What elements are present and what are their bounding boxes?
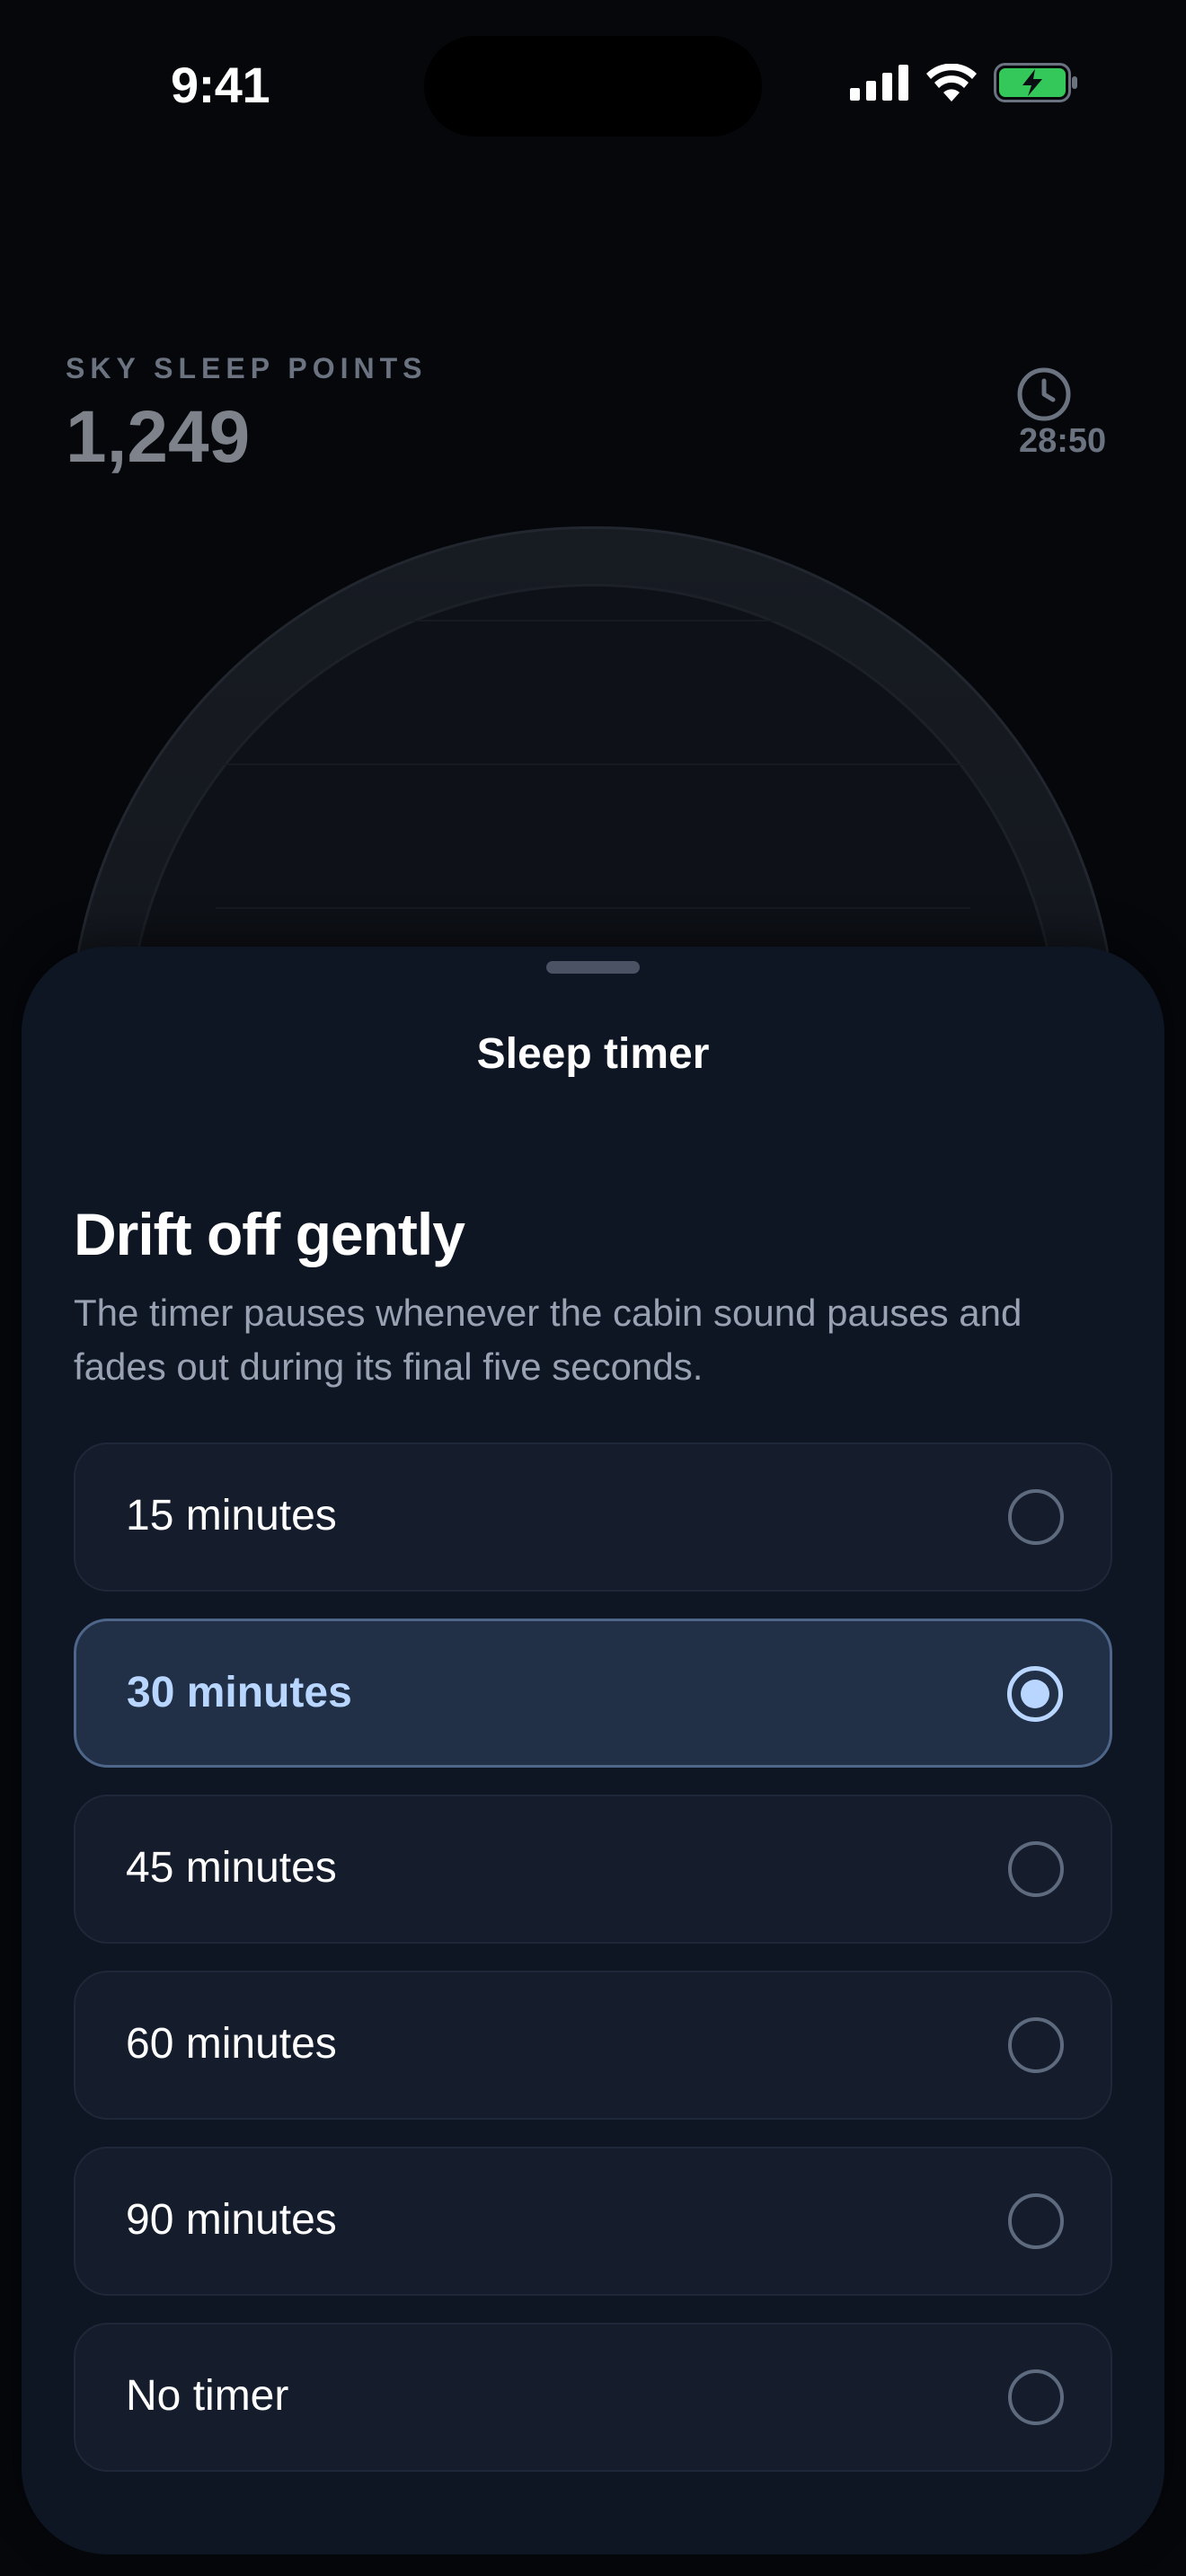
cabin-line [216, 907, 970, 909]
radio-unchecked-icon[interactable] [1008, 1489, 1064, 1545]
radio-dot [1021, 1680, 1049, 1708]
option-label: 90 minutes [126, 2196, 337, 2244]
cellular-signal-icon [850, 65, 908, 101]
clock-icon [1017, 367, 1071, 421]
radio-unchecked-icon[interactable] [1008, 2369, 1064, 2425]
option-30-minutes[interactable]: 30 minutes [74, 1619, 1112, 1768]
option-label: No timer [126, 2372, 289, 2420]
status-time: 9:41 [171, 57, 270, 113]
sheet-grabber[interactable] [546, 961, 640, 974]
cabin-line [341, 620, 845, 622]
points-label: SKY SLEEP POINTS [66, 352, 428, 384]
screen: 9:41 SKY SLEEP POINTS 1,249 28:50 Sleep … [0, 0, 1186, 2576]
status-icons [850, 63, 1078, 102]
radio-checked-icon[interactable] [1007, 1666, 1063, 1722]
option-60-minutes[interactable]: 60 minutes [74, 1971, 1112, 2120]
option-90-minutes[interactable]: 90 minutes [74, 2147, 1112, 2296]
option-label: 45 minutes [126, 1844, 337, 1892]
option-45-minutes[interactable]: 45 minutes [74, 1795, 1112, 1944]
radio-unchecked-icon[interactable] [1008, 2193, 1064, 2249]
battery-charging-icon [994, 63, 1077, 102]
wifi-icon [926, 64, 977, 101]
option-label: 30 minutes [127, 1669, 352, 1716]
cabin-line [216, 763, 970, 765]
option-label: 60 minutes [126, 2020, 337, 2068]
sheet-heading: Drift off gently [74, 1201, 465, 1267]
radio-unchecked-icon[interactable] [1008, 1841, 1064, 1897]
sheet-title: Sleep timer [476, 1030, 710, 1078]
option-15-minutes[interactable]: 15 minutes [74, 1442, 1112, 1592]
dynamic-island [424, 36, 762, 137]
sleep-timer-sheet: Sleep timer Drift off gently The timer p… [22, 947, 1164, 2554]
timer-value: 28:50 [1019, 422, 1107, 460]
timer-options: 15 minutes 30 minutes 45 minutes 60 minu… [74, 1442, 1112, 2499]
option-label: 15 minutes [126, 1492, 337, 1539]
sheet-description: The timer pauses whenever the cabin soun… [74, 1292, 1022, 1388]
points-value: 1,249 [66, 396, 251, 478]
option-no-timer[interactable]: No timer [74, 2323, 1112, 2472]
radio-unchecked-icon[interactable] [1008, 2017, 1064, 2073]
